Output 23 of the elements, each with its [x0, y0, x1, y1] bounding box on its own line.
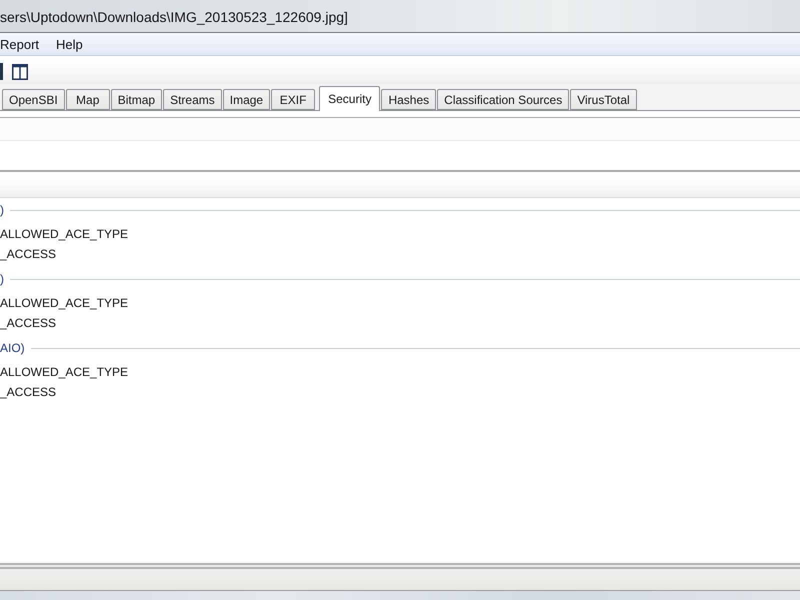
menu-item[interactable]: Help: [56, 36, 83, 52]
tab[interactable]: Classification Sources: [437, 89, 570, 110]
window-title: sers\Uptodown\Downloads\IMG_20130523_122609.jpg]: [0, 8, 348, 25]
list-item[interactable]: _ACCESS: [0, 382, 800, 402]
list-item[interactable]: ALLOWED_ACE_TYPE: [0, 362, 800, 382]
columns-icon[interactable]: [12, 64, 28, 80]
tab[interactable]: Image: [222, 89, 270, 110]
tab[interactable]: Hashes: [381, 89, 436, 110]
tab[interactable]: Map: [66, 89, 110, 110]
group-header[interactable]: ): [0, 272, 4, 286]
tab[interactable]: OpenSBI: [2, 89, 65, 110]
tab[interactable]: VirusTotal: [570, 89, 637, 110]
list-item[interactable]: ALLOWED_ACE_TYPE: [0, 293, 800, 313]
list-item[interactable]: _ACCESS: [0, 244, 800, 264]
list-item[interactable]: ALLOWED_ACE_TYPE: [0, 224, 800, 244]
tab[interactable]: Streams: [163, 89, 222, 110]
tab[interactable]: Bitmap: [110, 89, 162, 110]
tab[interactable]: EXIF: [271, 89, 316, 110]
list-item[interactable]: _ACCESS: [0, 313, 800, 333]
group-header[interactable]: AIO): [0, 341, 25, 355]
menu-item[interactable]: Report: [0, 36, 40, 52]
tab[interactable]: Security: [319, 86, 380, 111]
group-header[interactable]: ): [0, 203, 4, 217]
